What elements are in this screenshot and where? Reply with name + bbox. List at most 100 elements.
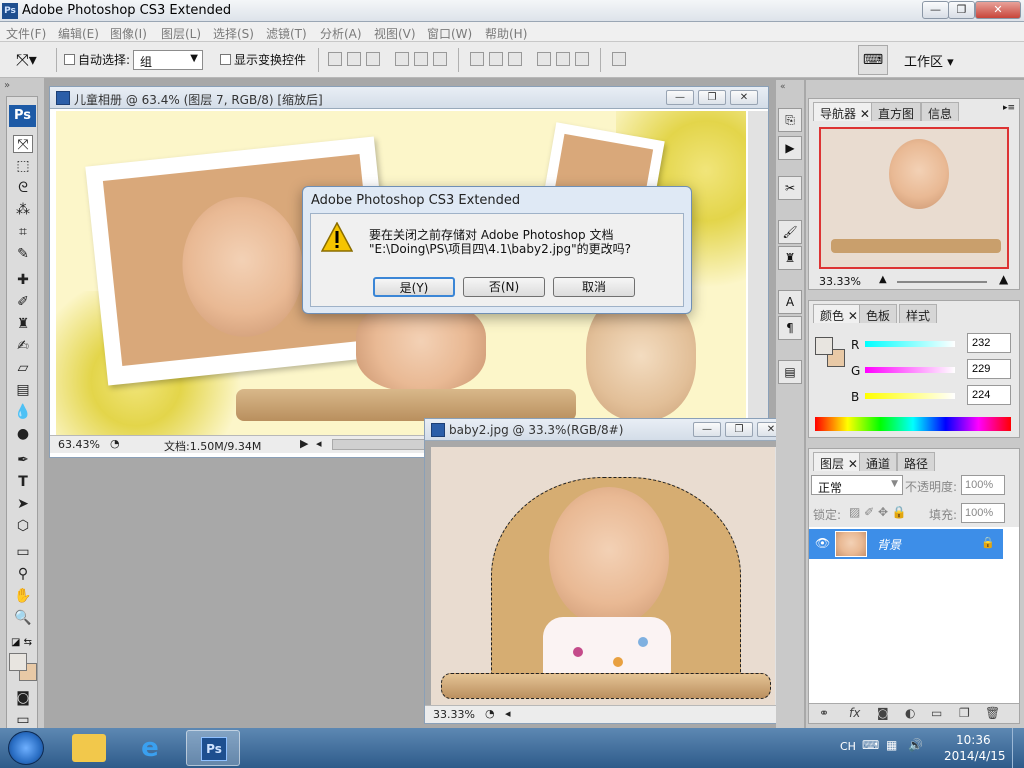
foreground-color-swatch[interactable] <box>9 653 27 671</box>
file-explorer-icon[interactable] <box>72 734 106 762</box>
lock-icons[interactable]: ▨ ✐ ✥ 🔒 <box>849 505 907 519</box>
history-panel-icon[interactable]: ⎘ <box>778 108 802 132</box>
layer-style-icon[interactable]: fx <box>849 706 860 720</box>
eyedropper-icon[interactable]: ⚲ <box>13 565 33 583</box>
layer-mask-icon[interactable]: ◙ <box>877 706 889 720</box>
distribute-left-icon[interactable] <box>537 52 551 66</box>
blur-tool-icon[interactable]: 💧 <box>13 403 33 421</box>
auto-select-dropdown[interactable]: 组 ▼ <box>133 50 203 70</box>
tab-navigator[interactable]: 导航器 ✕ <box>813 102 877 121</box>
hand-tool-icon[interactable]: ✋ <box>13 587 33 605</box>
visibility-eye-icon[interactable]: 👁 <box>815 536 830 550</box>
character-panel-icon[interactable]: A <box>778 290 802 314</box>
align-left-icon[interactable] <box>395 52 409 66</box>
notes-tool-icon[interactable]: ▭ <box>13 543 33 561</box>
zoom-level[interactable]: 33.33% <box>433 708 475 721</box>
bridge-icon[interactable]: ⌨ <box>858 45 888 75</box>
menu-file[interactable]: 文件(F) <box>6 25 46 42</box>
vertical-scrollbar[interactable] <box>748 111 768 435</box>
adjustment-layer-icon[interactable]: ◐ <box>905 706 915 720</box>
align-hcenter-icon[interactable] <box>414 52 428 66</box>
lasso-tool-icon[interactable]: ᘓ <box>13 179 33 197</box>
internet-explorer-icon[interactable]: e <box>134 732 166 764</box>
new-layer-icon[interactable]: ❐ <box>959 706 970 720</box>
link-layers-icon[interactable]: ⚭ <box>819 706 829 720</box>
doc-minimize-button[interactable]: — <box>693 422 721 437</box>
no-button[interactable]: 否(N) <box>463 277 545 297</box>
horizontal-scrollbar[interactable] <box>332 439 432 450</box>
g-slider[interactable] <box>865 367 955 373</box>
zoom-tool-icon[interactable]: 🔍 <box>13 609 33 627</box>
menu-window[interactable]: 窗口(W) <box>427 25 472 42</box>
show-transform-checkbox[interactable] <box>220 54 231 65</box>
b-slider[interactable] <box>865 393 955 399</box>
tab-channels[interactable]: 通道 <box>859 452 898 471</box>
color-ramp[interactable] <box>815 417 1011 431</box>
align-bottom-icon[interactable] <box>366 52 380 66</box>
type-tool-icon[interactable]: T <box>13 473 33 491</box>
doc-restore-button[interactable]: ❐ <box>725 422 753 437</box>
cancel-button[interactable]: 取消 <box>553 277 635 297</box>
b-value-input[interactable] <box>967 385 1011 405</box>
align-top-icon[interactable] <box>328 52 342 66</box>
menu-edit[interactable]: 编辑(E) <box>58 25 99 42</box>
delete-layer-icon[interactable]: 🗑 <box>985 706 1000 720</box>
input-language[interactable]: CH <box>840 740 856 753</box>
auto-align-icon[interactable] <box>612 52 626 66</box>
keyboard-icon[interactable]: ⌨ <box>862 738 879 752</box>
healing-brush-icon[interactable]: ✚ <box>13 271 33 289</box>
doc-minimize-button[interactable]: — <box>666 90 694 105</box>
start-button[interactable] <box>8 731 44 765</box>
doc-restore-button[interactable]: ❐ <box>698 90 726 105</box>
zoom-in-icon[interactable]: ▲ <box>999 272 1008 286</box>
tab-info[interactable]: 信息 <box>921 102 960 121</box>
marquee-tool-icon[interactable]: ⬚ <box>13 157 33 175</box>
menu-help[interactable]: 帮助(H) <box>485 25 527 42</box>
fill-input[interactable] <box>961 503 1005 523</box>
restore-button[interactable]: ❐ <box>948 1 975 19</box>
menu-filter[interactable]: 滤镜(T) <box>266 25 307 42</box>
tab-histogram[interactable]: 直方图 <box>871 102 922 121</box>
opacity-input[interactable] <box>961 475 1005 495</box>
tab-swatches[interactable]: 色板 <box>859 304 898 323</box>
r-value-input[interactable] <box>967 333 1011 353</box>
history-brush-icon[interactable]: ✍ <box>13 337 33 355</box>
clone-source-icon[interactable]: ♜ <box>778 246 802 270</box>
magic-wand-icon[interactable]: ⁂ <box>13 201 33 219</box>
minimize-button[interactable]: — <box>922 1 949 19</box>
tab-styles[interactable]: 样式 <box>899 304 938 323</box>
quick-mask-icon[interactable]: ◙ <box>13 689 33 707</box>
menu-analysis[interactable]: 分析(A) <box>320 25 362 42</box>
default-colors-icon[interactable]: ◪ ⇆ <box>11 637 32 648</box>
tool-presets-icon[interactable]: ✂ <box>778 176 802 200</box>
g-value-input[interactable] <box>967 359 1011 379</box>
layer-row-background[interactable]: 👁 背景 🔒 <box>809 529 1003 559</box>
taskbar-photoshop-button[interactable]: Ps <box>186 730 240 766</box>
align-vcenter-icon[interactable] <box>347 52 361 66</box>
show-desktop-button[interactable] <box>1012 728 1024 768</box>
auto-select-checkbox[interactable] <box>64 54 75 65</box>
network-icon[interactable]: ▦ <box>886 738 897 752</box>
dodge-tool-icon[interactable]: ● <box>13 425 33 443</box>
tab-paths[interactable]: 路径 <box>897 452 936 471</box>
baby2-canvas[interactable] <box>431 447 775 705</box>
actions-panel-icon[interactable]: ▶ <box>778 136 802 160</box>
gradient-tool-icon[interactable]: ▤ <box>13 381 33 399</box>
zoom-level[interactable]: 63.43% <box>58 438 100 451</box>
r-slider[interactable] <box>865 341 955 347</box>
move-tool-icon[interactable]: ⤧▾ <box>16 50 37 70</box>
menu-select[interactable]: 选择(S) <box>213 25 254 42</box>
new-group-icon[interactable]: ▭ <box>931 706 942 720</box>
clone-stamp-icon[interactable]: ♜ <box>13 315 33 333</box>
workspace-button[interactable]: 工作区 ▾ <box>904 51 954 70</box>
slice-tool-icon[interactable]: ✎ <box>13 245 33 263</box>
pen-tool-icon[interactable]: ✒ <box>13 451 33 469</box>
distribute-vcenter-icon[interactable] <box>489 52 503 66</box>
screen-mode-icon[interactable]: ▭ <box>13 711 33 729</box>
navigator-preview[interactable] <box>819 127 1009 269</box>
distribute-hcenter-icon[interactable] <box>556 52 570 66</box>
eraser-tool-icon[interactable]: ▱ <box>13 359 33 377</box>
color-fg-swatch[interactable] <box>815 337 833 355</box>
distribute-right-icon[interactable] <box>575 52 589 66</box>
status-menu-arrow-icon[interactable]: ▶ <box>300 437 308 450</box>
